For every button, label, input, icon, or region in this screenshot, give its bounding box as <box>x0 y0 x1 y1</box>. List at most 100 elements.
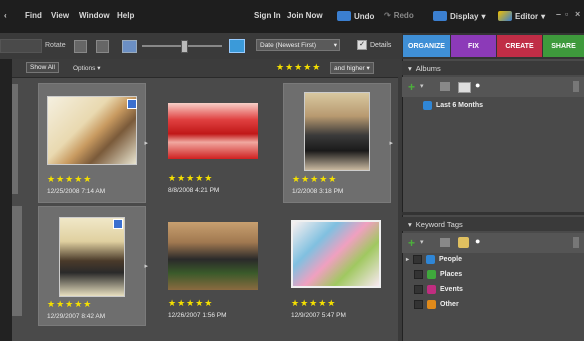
stack-badge-icon <box>113 219 123 229</box>
details-toggle[interactable]: ✓ Details <box>357 40 391 50</box>
expand-arrow-icon[interactable]: ▸ <box>144 262 148 270</box>
partial-thumbnail[interactable] <box>12 84 18 194</box>
tag-checkbox[interactable] <box>414 285 423 294</box>
edit-album-icon[interactable] <box>440 82 450 91</box>
chevron-down-icon[interactable]: ▾ <box>420 82 424 90</box>
display-menu-button[interactable]: Display ▾ <box>433 11 485 21</box>
menu-find[interactable]: Find <box>25 11 42 20</box>
menu-view[interactable]: View <box>51 11 69 20</box>
photo-rating[interactable]: ★★★★★ <box>47 174 92 185</box>
photo-thumbnail[interactable]: ▸ ★★★★★ 1/2/2008 3:18 PM <box>283 83 393 203</box>
photo-thumbnail[interactable]: ▸ ★★★★★ 12/25/2008 7:14 AM <box>38 83 148 203</box>
slider-handle[interactable] <box>181 40 188 53</box>
join-now-link[interactable]: Join Now <box>287 11 323 20</box>
minimize-icon[interactable]: – <box>556 9 561 19</box>
album-item-last-6-months[interactable]: Last 6 Months <box>423 101 483 110</box>
editor-menu-button[interactable]: Editor ▾ <box>498 11 545 21</box>
collapse-icon[interactable]: ▾ <box>408 220 412 229</box>
left-edge-panel <box>0 59 12 341</box>
editor-icon <box>498 11 512 21</box>
tag-search-icon[interactable] <box>458 237 469 248</box>
rotate-left-icon[interactable] <box>74 40 87 53</box>
close-icon[interactable]: × <box>575 9 580 19</box>
undo-label: Undo <box>354 11 375 21</box>
photo-date: 8/8/2008 4:21 PM <box>168 187 220 194</box>
rotate-right-icon[interactable] <box>96 40 109 53</box>
couple-photo <box>59 217 125 297</box>
photo-rating[interactable]: ★★★★★ <box>47 299 92 310</box>
tag-checkbox[interactable] <box>414 270 423 279</box>
photo-rating[interactable]: ★★★★★ <box>168 173 213 184</box>
menu-help[interactable]: Help <box>117 11 134 20</box>
maximize-icon[interactable]: ▫ <box>565 9 568 19</box>
view-toolbar: Rotate Date (Newest First) ▾ ✓ Details <box>0 33 402 60</box>
photo-rating[interactable]: ★★★★★ <box>168 298 213 309</box>
tab-create[interactable]: CREATE <box>497 35 542 57</box>
albums-header[interactable]: ▾ Albums <box>402 61 584 75</box>
photo-thumbnail[interactable]: ★★★★★ 12/26/2007 1:56 PM <box>160 206 266 324</box>
panel-scroll-handle[interactable] <box>573 237 579 248</box>
photo-thumbnail[interactable]: ▸ ★★★★★ 12/29/2007 8:42 AM <box>38 206 148 326</box>
redo-button[interactable]: ↷ Redo <box>384 11 414 20</box>
keyword-tag-events[interactable]: Events <box>414 285 463 294</box>
keyword-tags-header[interactable]: ▾ Keyword Tags <box>402 217 584 231</box>
menu-window[interactable]: Window <box>79 11 110 20</box>
keyword-tags-title: Keyword Tags <box>415 219 463 229</box>
sign-in-link[interactable]: Sign In <box>254 11 281 20</box>
show-all-button[interactable]: Show All <box>26 62 59 73</box>
places-tag-icon <box>427 270 436 279</box>
details-checkbox[interactable]: ✓ <box>357 40 367 50</box>
people-tag-icon <box>426 255 436 264</box>
chevron-down-icon: ▾ <box>333 42 337 49</box>
lightbulb-icon[interactable]: ● <box>475 80 480 90</box>
toolbar-left-field[interactable] <box>0 39 42 53</box>
other-tag-icon <box>427 300 436 309</box>
events-tag-icon <box>427 285 436 294</box>
panel-divider[interactable] <box>402 212 584 215</box>
photo-rating[interactable]: ★★★★★ <box>291 298 336 309</box>
add-album-icon[interactable]: + <box>408 80 415 94</box>
media-browser-header: Show All Options ▾ ★★★★★ and higher ▾ <box>12 59 402 78</box>
keyword-tag-places[interactable]: Places <box>414 270 462 279</box>
expand-arrow-icon[interactable]: ▸ <box>144 139 148 147</box>
photo-thumbnail[interactable]: ★★★★★ 12/9/2007 5:47 PM <box>283 206 389 324</box>
sort-order-select[interactable]: Date (Newest First) ▾ <box>256 39 340 51</box>
options-menu[interactable]: Options ▾ <box>73 64 100 72</box>
undo-button[interactable]: Undo <box>337 11 374 21</box>
albums-toolbar: + ▾ ● <box>402 77 584 97</box>
album-label: Last 6 Months <box>436 102 484 109</box>
large-thumbnail-icon[interactable] <box>229 39 245 53</box>
keyword-tag-other[interactable]: Other <box>414 300 459 309</box>
expand-arrow-icon[interactable]: ▸ <box>406 256 409 263</box>
tab-share[interactable]: SHARE <box>543 35 584 57</box>
small-thumbnail-icon[interactable] <box>122 40 137 53</box>
rating-filter-stars[interactable]: ★★★★★ <box>276 62 321 73</box>
expand-arrow-icon[interactable]: ▸ <box>389 139 393 147</box>
keyword-tag-people[interactable]: ▸ People <box>406 255 462 264</box>
photo-date: 12/25/2008 7:14 AM <box>47 188 106 195</box>
add-tag-icon[interactable]: + <box>408 236 415 250</box>
photo-date: 12/29/2007 8:42 AM <box>47 313 106 320</box>
tag-checkbox[interactable] <box>414 300 423 309</box>
import-album-icon[interactable] <box>458 82 471 93</box>
photo-thumbnail[interactable]: ★★★★★ 8/8/2008 4:21 PM <box>160 83 266 201</box>
dogs-photo <box>47 96 137 165</box>
edit-tag-icon[interactable] <box>440 238 450 247</box>
collapse-icon[interactable]: ▾ <box>408 64 412 73</box>
redo-label: Redo <box>393 11 414 20</box>
chevron-down-icon[interactable]: ▾ <box>420 238 424 246</box>
tab-create-label: CREATE <box>505 42 534 50</box>
rating-filter-label: and higher <box>334 65 365 72</box>
tab-fix[interactable]: FIX <box>451 35 496 57</box>
lightbulb-icon[interactable]: ● <box>475 236 480 246</box>
panel-scroll-handle[interactable] <box>573 81 579 92</box>
partial-thumbnail[interactable] <box>12 206 22 316</box>
rating-filter-select[interactable]: and higher ▾ <box>330 62 374 74</box>
tab-fix-label: FIX <box>468 42 479 50</box>
tab-organize[interactable]: ORGANIZE <box>403 35 450 57</box>
photo-rating[interactable]: ★★★★★ <box>292 174 337 185</box>
red-landscape-photo <box>168 103 258 159</box>
redo-icon: ↷ <box>384 11 391 20</box>
tag-checkbox[interactable] <box>413 255 423 264</box>
tab-share-label: SHARE <box>551 42 576 50</box>
